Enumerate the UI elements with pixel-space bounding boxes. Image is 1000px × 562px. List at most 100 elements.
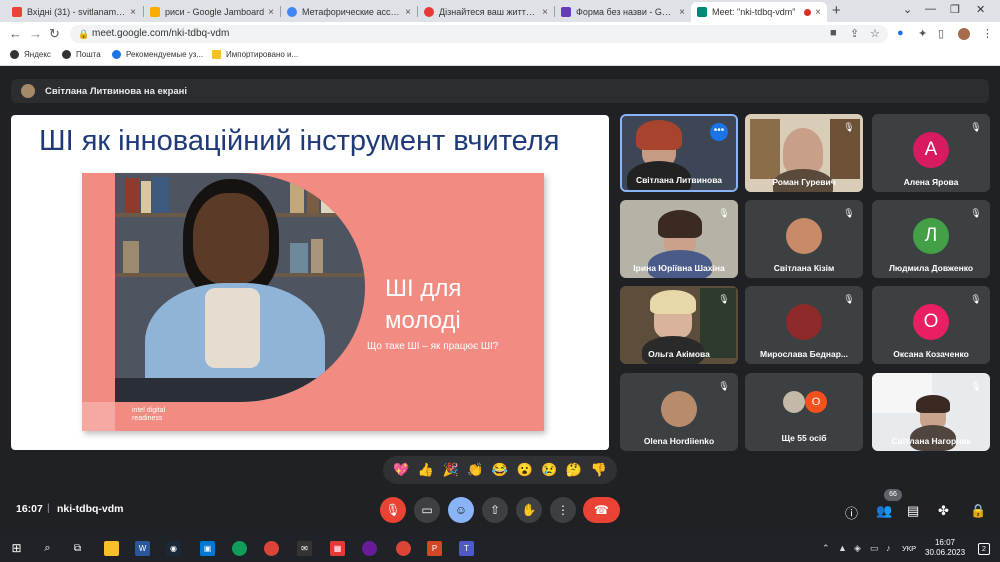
mail-icon[interactable]: ✉: [297, 541, 312, 556]
volume-icon[interactable]: ♪: [886, 543, 891, 553]
viber-icon[interactable]: [362, 541, 377, 556]
puzzle-icon[interactable]: ✦: [918, 27, 927, 40]
tab-form[interactable]: Форма без назви - Googl ×: [555, 2, 691, 22]
edge-icon: [112, 50, 121, 59]
menu-icon[interactable]: ⋮: [982, 27, 993, 40]
share-icon[interactable]: ⇪: [850, 27, 859, 40]
file-explorer-icon[interactable]: [104, 541, 119, 556]
close-tab-icon[interactable]: ×: [268, 7, 274, 18]
party-reaction[interactable]: 🎉: [443, 462, 459, 478]
chrome-icon[interactable]: [264, 541, 279, 556]
gmail-icon: [12, 7, 22, 17]
powerpoint-icon[interactable]: P: [427, 541, 442, 556]
close-tab-icon[interactable]: ×: [405, 7, 411, 18]
close-window-icon[interactable]: ✕: [976, 3, 985, 16]
bookmark-recommended[interactable]: Рекомендуемые уз...: [112, 50, 203, 59]
participant-tile[interactable]: 🎙 Роман Гуревич: [745, 114, 863, 192]
bookmark-yandex[interactable]: Яндекс: [10, 50, 51, 59]
tab-jamboard[interactable]: риси - Google Jamboard ×: [144, 2, 280, 22]
tab-life[interactable]: Дізнайтеся ваш життєвий ×: [418, 2, 554, 22]
tray-app-icon[interactable]: ▲: [838, 543, 847, 553]
participant-tile[interactable]: 🎙 Світлана Нагорняк: [872, 373, 990, 451]
people-icon[interactable]: 👥: [876, 503, 892, 519]
sidepanel-icon[interactable]: ▯: [938, 27, 944, 40]
restore-icon[interactable]: ❐: [950, 3, 960, 16]
chat-icon[interactable]: ▤: [907, 503, 919, 519]
info-icon[interactable]: ⓘ: [845, 503, 858, 522]
laugh-reaction[interactable]: 😂: [492, 462, 508, 478]
more-options-icon[interactable]: •••: [710, 123, 728, 141]
battery-icon[interactable]: ▭: [870, 543, 879, 554]
app-icon[interactable]: ▦: [330, 541, 345, 556]
participant-tile[interactable]: О 🎙 Оксана Козаченко: [872, 286, 990, 364]
tray-chevron-icon[interactable]: ⌃: [822, 543, 830, 554]
word-icon[interactable]: W: [135, 541, 150, 556]
star-icon[interactable]: ☆: [870, 27, 880, 40]
close-tab-icon[interactable]: ×: [815, 7, 821, 18]
avatar: [783, 391, 805, 413]
address-bar-row: ← → ↻ 🔒 meet.google.com/nki-tdbq-vdm ■ ⇪…: [0, 22, 1000, 46]
participant-tile[interactable]: ••• Світлана Литвинова: [620, 114, 738, 192]
thinking-reaction[interactable]: 🤔: [566, 462, 582, 478]
chrome-active-icon[interactable]: [396, 541, 411, 556]
participant-tile[interactable]: 🎙 Мирослава Беднар...: [745, 286, 863, 364]
close-tab-icon[interactable]: ×: [679, 7, 685, 18]
camera-toggle-button[interactable]: ▭: [414, 497, 440, 523]
thumbs-up-reaction[interactable]: 👍: [418, 462, 434, 478]
host-controls-icon[interactable]: 🔒: [970, 503, 986, 519]
sad-reaction[interactable]: 😢: [541, 462, 557, 478]
surprised-reaction[interactable]: 😮: [517, 462, 533, 478]
notifications-icon[interactable]: 2: [978, 543, 990, 555]
leave-call-button[interactable]: ☎: [583, 497, 620, 523]
raise-hand-button[interactable]: ✋: [516, 497, 542, 523]
more-options-button[interactable]: ⋮: [550, 497, 576, 523]
close-tab-icon[interactable]: ×: [542, 7, 548, 18]
url-input[interactable]: 🔒 meet.google.com/nki-tdbq-vdm: [70, 25, 888, 43]
store-icon[interactable]: ▣: [200, 541, 215, 556]
mic-off-icon: 🎙: [970, 294, 982, 304]
tray-app-icon[interactable]: ◈: [854, 543, 861, 554]
taskbar-clock[interactable]: 16:07 30.06.2023: [925, 538, 965, 558]
shared-screen[interactable]: ШІ як інноваційний інструмент вчителя ШІ…: [11, 115, 609, 450]
extension-icon[interactable]: ●: [897, 27, 904, 39]
windows-start-icon[interactable]: ⊞: [9, 541, 24, 556]
more-participants-tile[interactable]: О Ще 55 осіб: [745, 373, 863, 451]
close-tab-icon[interactable]: ×: [130, 7, 136, 18]
edge-icon[interactable]: [232, 541, 247, 556]
mic-off-icon: 🎙: [718, 381, 730, 391]
participant-tile[interactable]: 🎙 Olena Hordiienko: [620, 373, 738, 451]
steam-icon[interactable]: ◉: [166, 541, 181, 556]
participant-tile[interactable]: 🎙 Ірина Юріївна Шахіна: [620, 200, 738, 278]
mic-off-icon: 🎙: [718, 294, 730, 304]
lock-icon: 🔒: [78, 29, 90, 39]
heart-reaction[interactable]: 💖: [393, 462, 409, 478]
search-icon[interactable]: ⌕: [40, 541, 55, 556]
camera-icon[interactable]: ■: [830, 27, 837, 39]
bookmark-mail[interactable]: Пошта: [62, 50, 101, 59]
bookmark-imported[interactable]: Импортировано и...: [212, 50, 298, 59]
activities-icon[interactable]: ✤: [938, 503, 949, 519]
profile-avatar[interactable]: [958, 28, 970, 40]
clap-reaction[interactable]: 👏: [467, 462, 483, 478]
task-view-icon[interactable]: ⧉: [70, 541, 85, 556]
tab-search-icon[interactable]: ⌄: [903, 3, 912, 16]
participant-tile[interactable]: А 🎙 Алена Ярова: [872, 114, 990, 192]
back-icon[interactable]: ←: [9, 26, 22, 41]
tab-metaphoric[interactable]: Метафорические ассоциа ×: [281, 2, 417, 22]
teams-icon[interactable]: T: [459, 541, 474, 556]
reload-icon[interactable]: ↻: [49, 26, 60, 42]
tab-meet[interactable]: Meet: "nki-tdbq-vdm" ×: [691, 2, 827, 22]
participant-tile[interactable]: 🎙 Світлана Кізім: [745, 200, 863, 278]
new-tab-icon[interactable]: +: [832, 2, 841, 19]
reactions-button[interactable]: ☺: [448, 497, 474, 523]
language-indicator[interactable]: УКР: [902, 544, 916, 553]
avatar: О: [913, 304, 949, 340]
forward-icon[interactable]: →: [29, 26, 42, 41]
mic-toggle-button[interactable]: 🎙: [380, 497, 406, 523]
tab-gmail[interactable]: Вхідні (31) - svitlanamnago ×: [6, 2, 142, 22]
participant-tile[interactable]: Л 🎙 Людмила Довженко: [872, 200, 990, 278]
participant-tile[interactable]: 🎙 Ольга Акімова: [620, 286, 738, 364]
present-button[interactable]: ⇧: [482, 497, 508, 523]
thumbs-down-reaction[interactable]: 👎: [590, 462, 606, 478]
minimize-icon[interactable]: —: [925, 3, 936, 15]
